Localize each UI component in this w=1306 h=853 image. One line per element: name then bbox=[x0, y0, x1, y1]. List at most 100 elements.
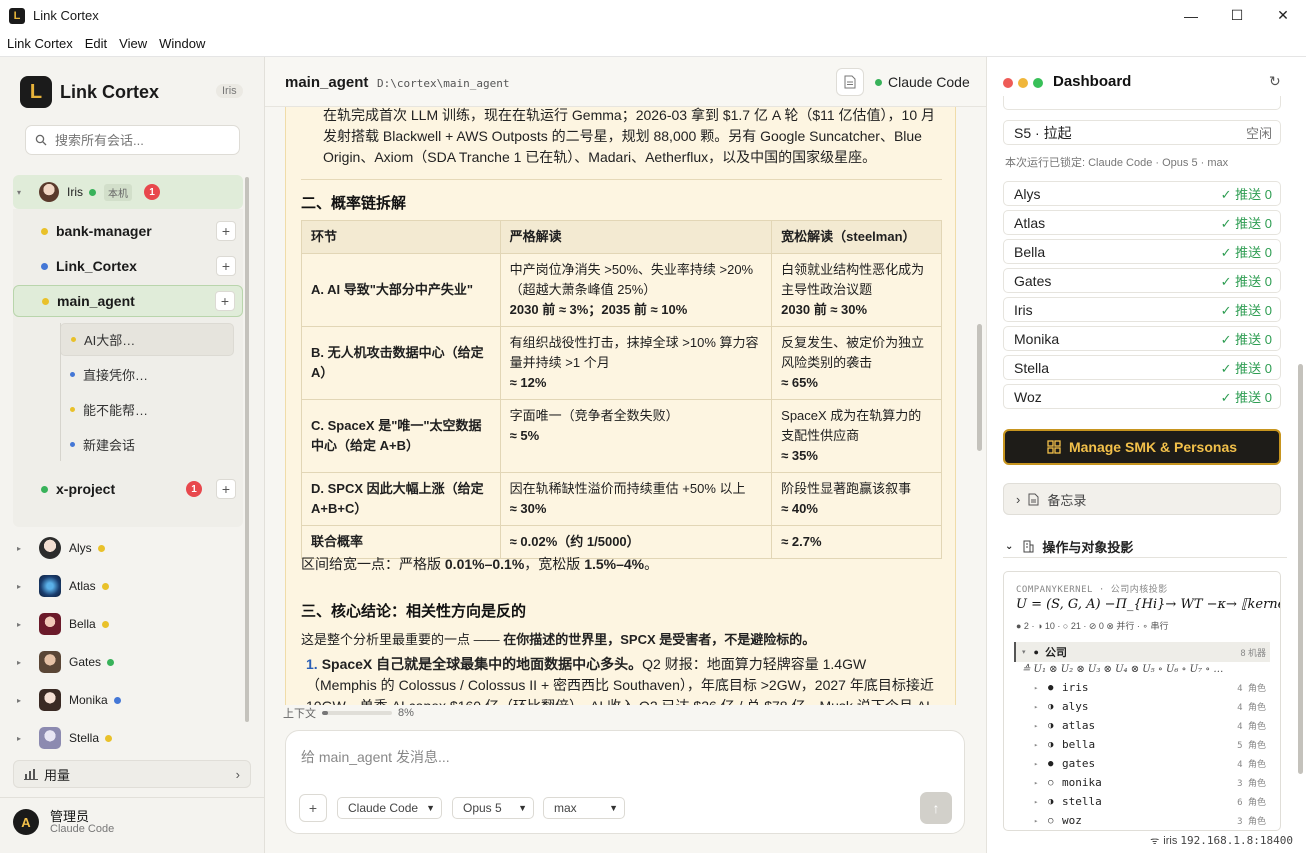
project-main-agent[interactable]: main_agent + bbox=[13, 285, 243, 317]
kernel-machine-row[interactable]: ▸ ◑ alys 4 角色 bbox=[1034, 697, 1270, 716]
model-select[interactable]: Opus 5 ▼ bbox=[452, 797, 534, 819]
s5-row[interactable]: S5 · 拉起 空闲 bbox=[1003, 120, 1281, 145]
list-bold: SpaceX 自己就是全球最集中的地面数据中心多头。 bbox=[321, 656, 643, 672]
persona-row[interactable]: Alys ✓ 推送 0 bbox=[1003, 181, 1281, 206]
company-row[interactable]: ▾ ● 公司 8 机器 bbox=[1014, 642, 1270, 662]
chevron-right-icon: › bbox=[235, 766, 240, 782]
role-count: 4 角色 bbox=[1237, 722, 1266, 732]
maximize-button[interactable]: ☐ bbox=[1214, 0, 1260, 31]
agent-name: main_agent bbox=[285, 74, 369, 91]
message-input[interactable]: 给 main_agent 发消息... bbox=[301, 747, 450, 767]
kernel-machine-row[interactable]: ▸ ● gates 4 角色 bbox=[1034, 754, 1270, 773]
dashboard-scrollbar[interactable] bbox=[1298, 364, 1303, 774]
online-dot bbox=[89, 188, 96, 196]
expand-caret-icon[interactable]: ▸ bbox=[13, 696, 25, 705]
machine-node-monika[interactable]: ▸ Monika bbox=[13, 681, 243, 719]
expand-caret-icon[interactable]: ▸ bbox=[1034, 703, 1048, 711]
attach-button[interactable]: + bbox=[299, 794, 327, 822]
collapse-caret-icon[interactable]: ▾ bbox=[13, 188, 25, 197]
ops-section-header[interactable]: ⌄ 操作与对象投影 bbox=[1005, 537, 1133, 556]
brand: L Link Cortex bbox=[20, 76, 159, 108]
partial-row bbox=[1003, 96, 1281, 110]
kernel-machine-row[interactable]: ▸ ◑ atlas 4 角色 bbox=[1034, 716, 1270, 735]
kernel-machine-row[interactable]: ▸ ○ monika 3 角色 bbox=[1034, 773, 1270, 792]
machine-node-bella[interactable]: ▸ Bella bbox=[13, 605, 243, 643]
chat-panel: main_agent D:\cortex\main_agent Claude C… bbox=[265, 57, 986, 853]
push-status: ✓ 推送 0 bbox=[1220, 274, 1272, 289]
persona-row[interactable]: Woz ✓ 推送 0 bbox=[1003, 384, 1281, 409]
machine-node-alys[interactable]: ▸ Alys bbox=[13, 529, 243, 567]
persona-row[interactable]: Gates ✓ 推送 0 bbox=[1003, 268, 1281, 293]
chat-scrollbar[interactable] bbox=[977, 324, 982, 451]
kernel-machine-row[interactable]: ▸ ● iris 4 角色 bbox=[1034, 678, 1270, 697]
effort-select[interactable]: max ▼ bbox=[543, 797, 625, 819]
search-input[interactable] bbox=[55, 132, 225, 148]
column-header: 环节 bbox=[301, 220, 501, 254]
machine-name: Atlas bbox=[69, 579, 96, 593]
project-x-project[interactable]: x-project 1 + bbox=[13, 473, 243, 505]
manage-smk-button[interactable]: Manage SMK & Personas bbox=[1003, 429, 1281, 465]
admin-name: 管理员 bbox=[50, 808, 90, 824]
kernel-machine-row[interactable]: ▸ ◑ bella 5 角色 bbox=[1034, 735, 1270, 754]
persona-row[interactable]: Stella ✓ 推送 0 bbox=[1003, 355, 1281, 380]
add-session-button[interactable]: + bbox=[216, 479, 236, 499]
search-box[interactable] bbox=[25, 125, 240, 155]
tensor-formula: ≙ U₁ ⊗ U₂ ⊗ U₃ ⊗ U₄ ⊗ U₅ ∘ U₆ ∘ U₇ ∘ … bbox=[1022, 664, 1224, 675]
document-button[interactable] bbox=[836, 68, 864, 96]
expand-caret-icon[interactable]: ▸ bbox=[1034, 798, 1048, 806]
refresh-icon[interactable]: ↻ bbox=[1269, 73, 1281, 90]
machine-name: atlas bbox=[1062, 719, 1096, 732]
menu-edit[interactable]: Edit bbox=[85, 36, 107, 51]
sidebar-scrollbar[interactable] bbox=[245, 177, 249, 722]
admin-profile[interactable]: A 管理员 Claude Code bbox=[13, 809, 114, 835]
menu-view[interactable]: View bbox=[119, 36, 147, 51]
loose-text: SpaceX 成为在轨算力的支配性供应商 bbox=[781, 408, 922, 443]
memo-section[interactable]: › 备忘录 bbox=[1003, 483, 1281, 515]
project-link-cortex[interactable]: Link_Cortex + bbox=[13, 250, 243, 282]
usage-button[interactable]: 用量 › bbox=[13, 760, 251, 788]
machine-node-iris[interactable]: ▾ Iris 本机 1 bbox=[13, 175, 243, 209]
kernel-machine-row[interactable]: ▸ ◑ stella 6 角色 bbox=[1034, 792, 1270, 811]
project-bank-manager[interactable]: bank-manager + bbox=[13, 215, 243, 247]
machine-node-atlas[interactable]: ▸ Atlas bbox=[13, 567, 243, 605]
expand-caret-icon[interactable]: ▸ bbox=[1034, 779, 1048, 787]
send-button[interactable]: ↑ bbox=[920, 792, 952, 824]
add-session-button[interactable]: + bbox=[216, 256, 236, 276]
persona-row[interactable]: Monika ✓ 推送 0 bbox=[1003, 326, 1281, 351]
avatar bbox=[39, 575, 61, 597]
expand-caret-icon[interactable]: ▸ bbox=[1034, 741, 1048, 749]
close-dot-icon[interactable] bbox=[1003, 78, 1013, 88]
maximize-dot-icon[interactable] bbox=[1033, 78, 1043, 88]
expand-caret-icon[interactable]: ▸ bbox=[1034, 817, 1048, 825]
session-item[interactable]: 直接凭你… bbox=[60, 358, 234, 391]
collapse-caret-icon[interactable]: ▾ bbox=[1022, 648, 1026, 656]
expand-caret-icon[interactable]: ▸ bbox=[1034, 722, 1048, 730]
menu-link-cortex[interactable]: Link Cortex bbox=[7, 36, 73, 51]
session-item[interactable]: AI大部… bbox=[60, 323, 234, 356]
expand-caret-icon[interactable]: ▸ bbox=[13, 544, 25, 553]
session-item[interactable]: 能不能帮… bbox=[60, 393, 234, 426]
machine-node-gates[interactable]: ▸ Gates bbox=[13, 643, 243, 681]
expand-caret-icon[interactable]: ▸ bbox=[13, 658, 25, 667]
minimize-button[interactable]: — bbox=[1168, 0, 1214, 31]
add-session-button[interactable]: + bbox=[216, 221, 236, 241]
machine-node-stella[interactable]: ▸ Stella bbox=[13, 719, 243, 757]
kernel-machine-row[interactable]: ▸ ○ woz 3 角色 bbox=[1034, 811, 1270, 830]
runtime-select[interactable]: Claude Code ▼ bbox=[337, 797, 442, 819]
session-item[interactable]: 新建会话 bbox=[60, 428, 234, 461]
project-name: Link_Cortex bbox=[56, 258, 137, 274]
expand-caret-icon[interactable]: ▸ bbox=[13, 582, 25, 591]
persona-row[interactable]: Bella ✓ 推送 0 bbox=[1003, 239, 1281, 264]
add-session-button[interactable]: + bbox=[215, 291, 235, 311]
expand-caret-icon[interactable]: ▸ bbox=[1034, 760, 1048, 768]
persona-row[interactable]: Atlas ✓ 推送 0 bbox=[1003, 210, 1281, 235]
close-button[interactable]: ✕ bbox=[1260, 0, 1306, 31]
minimize-dot-icon[interactable] bbox=[1018, 78, 1028, 88]
menu-window[interactable]: Window bbox=[159, 36, 205, 51]
persona-row[interactable]: Iris ✓ 推送 0 bbox=[1003, 297, 1281, 322]
expand-caret-icon[interactable]: ▸ bbox=[1034, 684, 1048, 692]
expand-caret-icon[interactable]: ▸ bbox=[13, 734, 25, 743]
role-count: 4 角色 bbox=[1237, 760, 1266, 770]
expand-caret-icon[interactable]: ▸ bbox=[13, 620, 25, 629]
status-dot bbox=[107, 658, 115, 666]
